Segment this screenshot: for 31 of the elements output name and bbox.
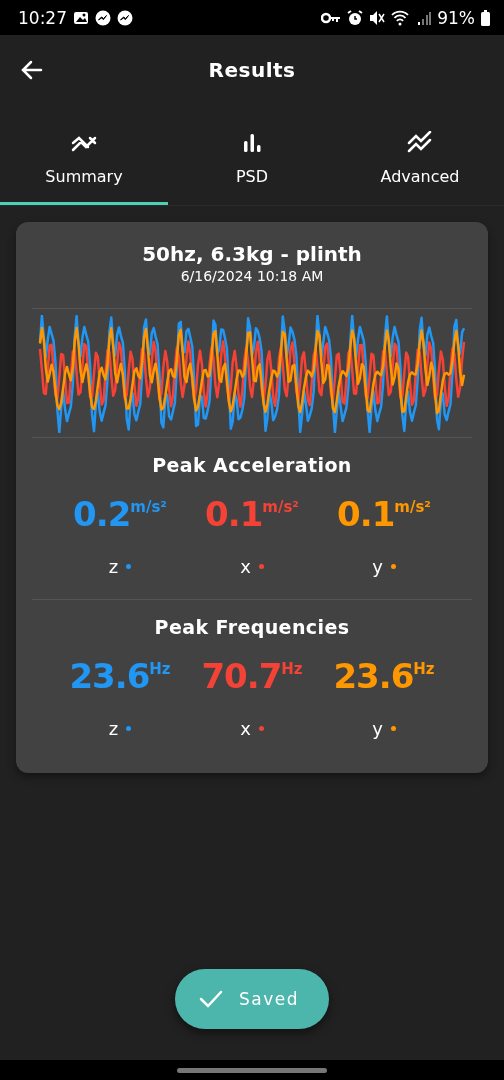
section-title: Peak Acceleration [151, 454, 353, 476]
battery-icon [481, 9, 490, 26]
bar-chart-icon [242, 133, 262, 153]
chat-bubble-icon [95, 9, 111, 26]
checkmark-icon [199, 990, 223, 1008]
axis-label: z [108, 718, 119, 739]
gallery-icon [73, 10, 89, 25]
key-icon [321, 11, 342, 24]
recording-title: 50hz, 6.3kg - plinth [141, 242, 363, 266]
status-time: 10:27 [18, 7, 67, 28]
double-line-chart-icon [407, 131, 433, 153]
alarm-icon [347, 9, 364, 26]
home-handle[interactable] [177, 1067, 327, 1073]
signal-icon [417, 10, 432, 25]
tab[interactable]: PSD [168, 105, 336, 205]
back-arrow-icon [20, 58, 44, 82]
trend-line-icon [71, 135, 97, 153]
axis-label: z [108, 556, 119, 577]
axis-label: y [372, 556, 383, 577]
chat-bubble-icon [117, 9, 133, 26]
battery-percent: 91% [437, 7, 475, 28]
mute-icon [369, 9, 386, 26]
axis-label: x [240, 718, 251, 739]
axis-label: x [240, 556, 251, 577]
tab[interactable]: Advanced [336, 105, 504, 205]
recording-date: 6/16/2024 10:18 AM [179, 268, 325, 284]
tab[interactable]: Summary [0, 105, 168, 205]
screen-title: Results [208, 58, 296, 82]
wifi-icon [391, 9, 412, 26]
axis-label: y [372, 718, 383, 739]
section-title: Peak Frequencies [153, 616, 351, 638]
